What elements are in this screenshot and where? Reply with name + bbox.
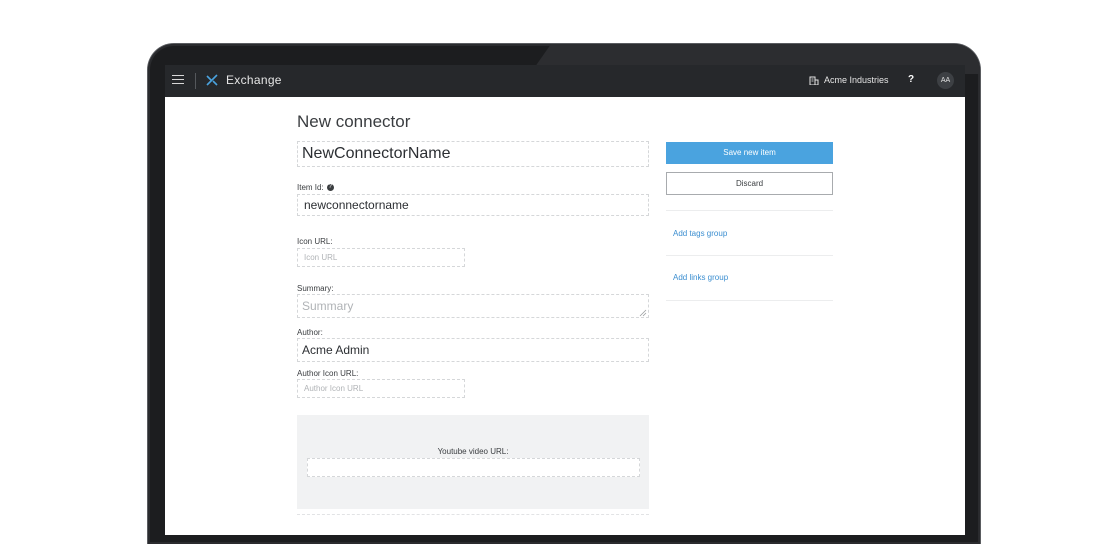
author-icon-url-input[interactable] [297, 379, 465, 398]
icon-url-label: Icon URL: [297, 237, 333, 246]
user-avatar[interactable]: AA [937, 72, 954, 89]
app-screen: Exchange Acme Industries ? AA New connec… [165, 65, 965, 535]
page-title: New connector [297, 112, 411, 131]
save-new-item-button[interactable]: Save new item [666, 142, 833, 164]
top-app-bar: Exchange Acme Industries ? AA [165, 65, 965, 97]
item-id-label-text: Item Id: [297, 183, 324, 192]
author-icon-url-label: Author Icon URL: [297, 369, 359, 378]
icon-url-input[interactable] [297, 248, 465, 267]
item-id-help-icon[interactable]: ? [326, 184, 334, 192]
add-links-group-link[interactable]: Add links group [673, 273, 728, 282]
sidebar-divider [666, 210, 833, 211]
appbar-divider [195, 73, 196, 89]
author-label: Author: [297, 328, 323, 337]
org-switcher[interactable]: Acme Industries [824, 75, 889, 85]
sidebar-divider [666, 300, 833, 301]
summary-textarea[interactable] [297, 294, 649, 318]
youtube-video-url-input[interactable] [307, 458, 640, 477]
youtube-video-url-label: Youtube video URL: [437, 447, 509, 456]
video-panel: Youtube video URL: [297, 415, 649, 509]
menu-icon[interactable] [172, 75, 184, 85]
next-field-edge [297, 514, 649, 516]
add-tags-group-link[interactable]: Add tags group [673, 229, 727, 238]
discard-button[interactable]: Discard [666, 172, 833, 195]
summary-label: Summary: [297, 284, 334, 293]
author-input[interactable] [297, 338, 649, 362]
help-icon[interactable]: ? [908, 74, 914, 85]
item-id-label: Item Id:? [297, 183, 334, 192]
building-icon [809, 76, 819, 85]
app-title[interactable]: Exchange [226, 73, 282, 87]
exchange-logo-icon [206, 74, 218, 86]
connector-name-input[interactable] [297, 141, 649, 167]
sidebar-divider [666, 255, 833, 256]
resize-grip-icon[interactable] [639, 309, 647, 317]
item-id-input[interactable] [297, 194, 649, 216]
